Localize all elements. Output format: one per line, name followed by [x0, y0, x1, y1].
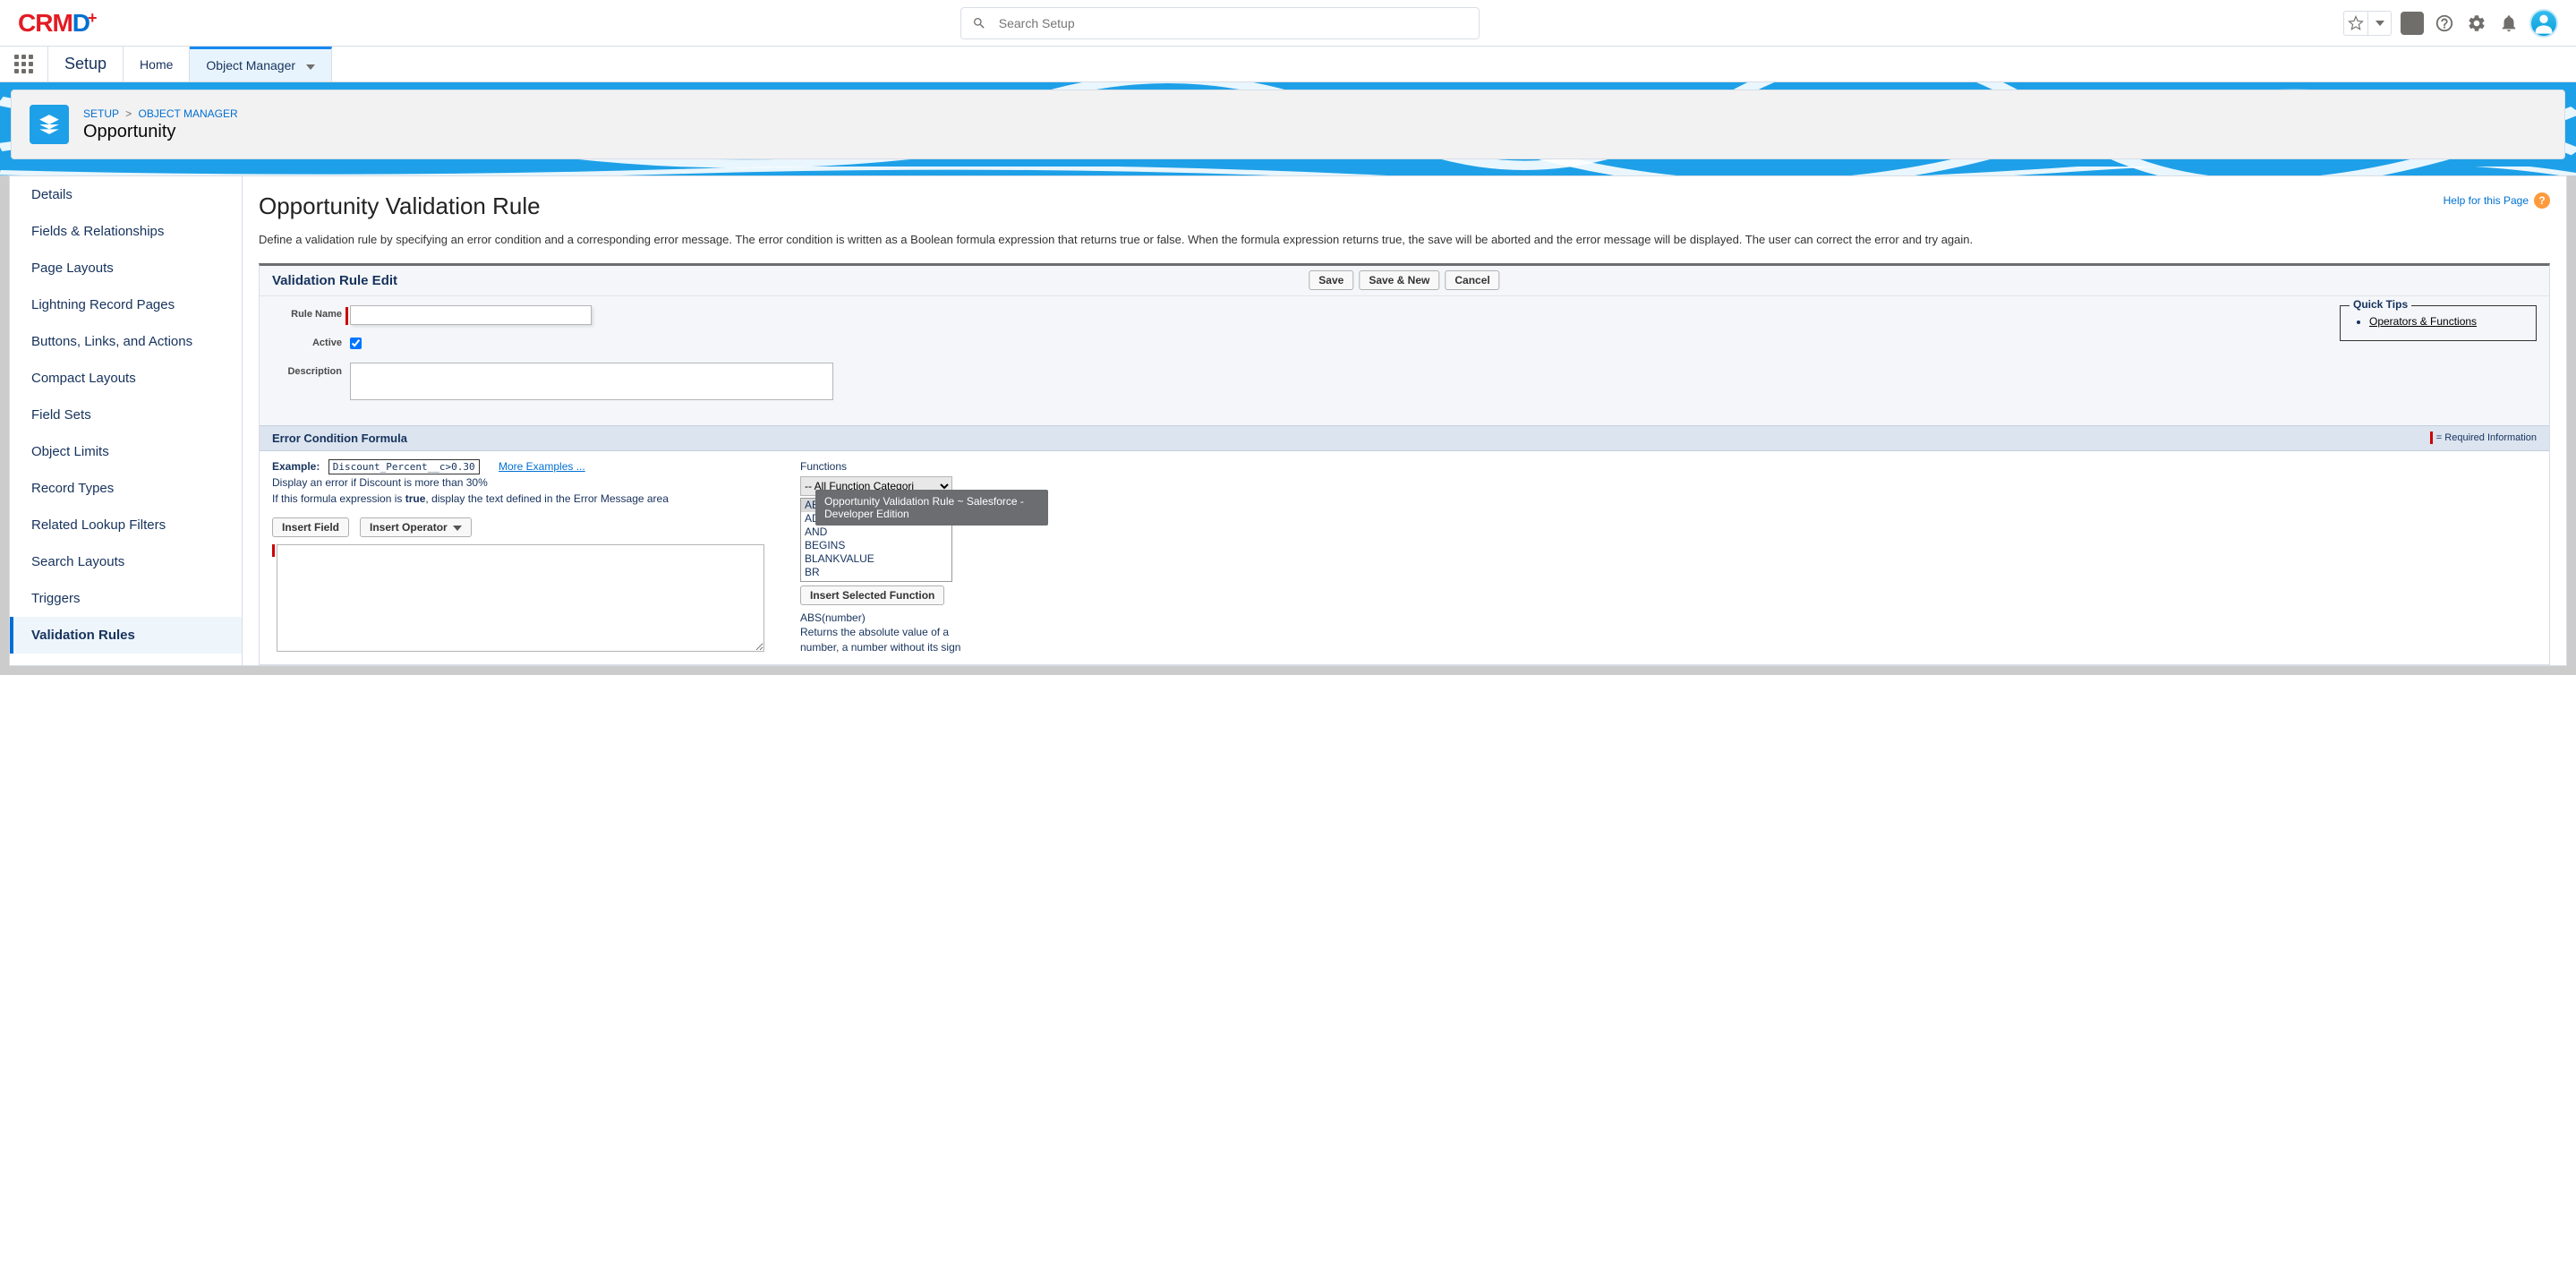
required-indicator [345, 307, 348, 325]
global-create-button[interactable] [2401, 12, 2424, 35]
page-title: Opportunity [83, 122, 238, 142]
user-avatar[interactable] [2529, 9, 2558, 38]
cancel-button[interactable]: Cancel [1445, 270, 1499, 290]
active-checkbox[interactable] [350, 338, 362, 349]
sidebar-item-page-layouts[interactable]: Page Layouts [10, 250, 242, 286]
description-label: Description [272, 363, 342, 377]
function-item[interactable]: BR [801, 566, 951, 579]
plus-icon [2402, 13, 2422, 33]
sidebar-item-buttons-links[interactable]: Buttons, Links, and Actions [10, 323, 242, 360]
required-info: = Required Information [2430, 432, 2537, 444]
rule-name-label: Rule Name [272, 305, 342, 320]
sidebar-item-compact-layouts[interactable]: Compact Layouts [10, 360, 242, 397]
sidebar-item-lightning-pages[interactable]: Lightning Record Pages [10, 286, 242, 323]
sidebar-item-search-layouts[interactable]: Search Layouts [10, 543, 242, 580]
setup-gear-button[interactable] [2465, 12, 2488, 35]
context-nav: Setup Home Object Manager [0, 47, 2576, 82]
function-description: Returns the absolute value of a number, … [800, 625, 961, 655]
search-icon [972, 16, 986, 30]
description-textarea[interactable] [350, 363, 833, 400]
sidebar-item-details[interactable]: Details [10, 176, 242, 213]
nav-tab-object-manager[interactable]: Object Manager [190, 47, 332, 81]
search-input[interactable] [999, 16, 1468, 30]
insert-field-button[interactable]: Insert Field [272, 517, 349, 537]
chevron-down-icon [2367, 12, 2391, 35]
avatar-icon [2531, 11, 2556, 36]
sidebar-item-fields[interactable]: Fields & Relationships [10, 213, 242, 250]
error-condition-section-header: Error Condition Formula = Required Infor… [260, 425, 2549, 451]
page-tooltip: Opportunity Validation Rule ~ Salesforce… [815, 490, 1048, 526]
layers-icon [38, 113, 61, 136]
page-header: SETUP > OBJECT MANAGER Opportunity [11, 90, 2565, 159]
sidebar-item-record-types[interactable]: Record Types [10, 470, 242, 507]
functions-label: Functions [800, 460, 1051, 473]
sidebar-item-related-lookup[interactable]: Related Lookup Filters [10, 507, 242, 543]
main-panel: Help for this Page ? Opportunity Validat… [242, 175, 2567, 666]
bell-icon [2499, 13, 2519, 33]
notifications-button[interactable] [2497, 12, 2521, 35]
required-indicator [272, 544, 275, 557]
sidebar-item-validation-rules[interactable]: Validation Rules [10, 617, 242, 654]
chevron-down-icon [306, 58, 315, 73]
sidebar-item-field-sets[interactable]: Field Sets [10, 397, 242, 433]
example-hint1: Display an error if Discount is more tha… [272, 476, 764, 489]
quick-tips-title: Quick Tips [2350, 298, 2411, 311]
validation-rule-panel: Validation Rule Edit Save Save & New Can… [259, 263, 2550, 665]
panel-title: Validation Rule Edit [272, 273, 397, 288]
sidebar-item-object-limits[interactable]: Object Limits [10, 433, 242, 470]
app-logo: CRMD+ [18, 9, 97, 38]
insert-operator-button[interactable]: Insert Operator [360, 517, 472, 537]
function-item[interactable]: AND [801, 526, 951, 539]
object-icon [30, 105, 69, 144]
help-icon: ? [2534, 192, 2550, 209]
required-info-text: = Required Information [2436, 432, 2537, 443]
content-area: Details Fields & Relationships Page Layo… [0, 175, 2576, 675]
formula-body: Example: Discount_Percent__c>0.30 More E… [260, 451, 2549, 664]
hero-band: SETUP > OBJECT MANAGER Opportunity [0, 82, 2576, 184]
example-code: Discount_Percent__c>0.30 [328, 459, 480, 474]
main-description: Define a validation rule by specifying a… [259, 231, 2550, 249]
global-header: CRMD+ [0, 0, 2576, 47]
question-icon [2435, 13, 2454, 33]
save-new-button[interactable]: Save & New [1359, 270, 1439, 290]
main-title: Opportunity Validation Rule [259, 192, 2550, 220]
more-examples-link[interactable]: More Examples ... [499, 460, 585, 473]
breadcrumb-setup[interactable]: SETUP [83, 107, 119, 120]
function-item[interactable]: BEGINS [801, 539, 951, 552]
waffle-icon [14, 55, 33, 73]
sidebar-item-triggers[interactable]: Triggers [10, 580, 242, 617]
help-link[interactable]: Help for this Page ? [2444, 192, 2550, 209]
function-signature: ABS(number) [800, 611, 961, 626]
example-label: Example: [272, 460, 320, 473]
favorites-button[interactable] [2343, 11, 2392, 36]
quick-tips-box: Quick Tips Operators & Functions [2340, 305, 2537, 341]
rule-name-input[interactable] [350, 305, 592, 325]
example-hint2: If this formula expression is true, disp… [272, 492, 764, 505]
active-label: Active [272, 334, 342, 348]
insert-operator-label: Insert Operator [370, 521, 448, 534]
star-icon [2344, 12, 2367, 35]
app-name: Setup [48, 47, 124, 81]
panel-header: Validation Rule Edit Save Save & New Can… [260, 266, 2549, 295]
function-item[interactable]: BLANKVALUE [801, 552, 951, 566]
app-launcher[interactable] [0, 47, 48, 81]
global-search[interactable] [960, 7, 1480, 39]
formula-textarea[interactable] [277, 544, 764, 652]
breadcrumb: SETUP > OBJECT MANAGER [83, 107, 238, 120]
help-link-text: Help for this Page [2444, 194, 2529, 207]
chevron-down-icon [453, 526, 462, 531]
nav-tab-label: Object Manager [206, 58, 295, 73]
gear-icon [2467, 13, 2486, 33]
section-title: Error Condition Formula [272, 432, 407, 445]
operators-functions-link[interactable]: Operators & Functions [2369, 315, 2477, 328]
help-button[interactable] [2433, 12, 2456, 35]
save-button[interactable]: Save [1309, 270, 1353, 290]
breadcrumb-object-manager[interactable]: OBJECT MANAGER [139, 107, 238, 120]
object-sidebar: Details Fields & Relationships Page Layo… [9, 175, 242, 666]
nav-tab-home[interactable]: Home [124, 47, 190, 81]
insert-selected-function-button[interactable]: Insert Selected Function [800, 585, 944, 605]
